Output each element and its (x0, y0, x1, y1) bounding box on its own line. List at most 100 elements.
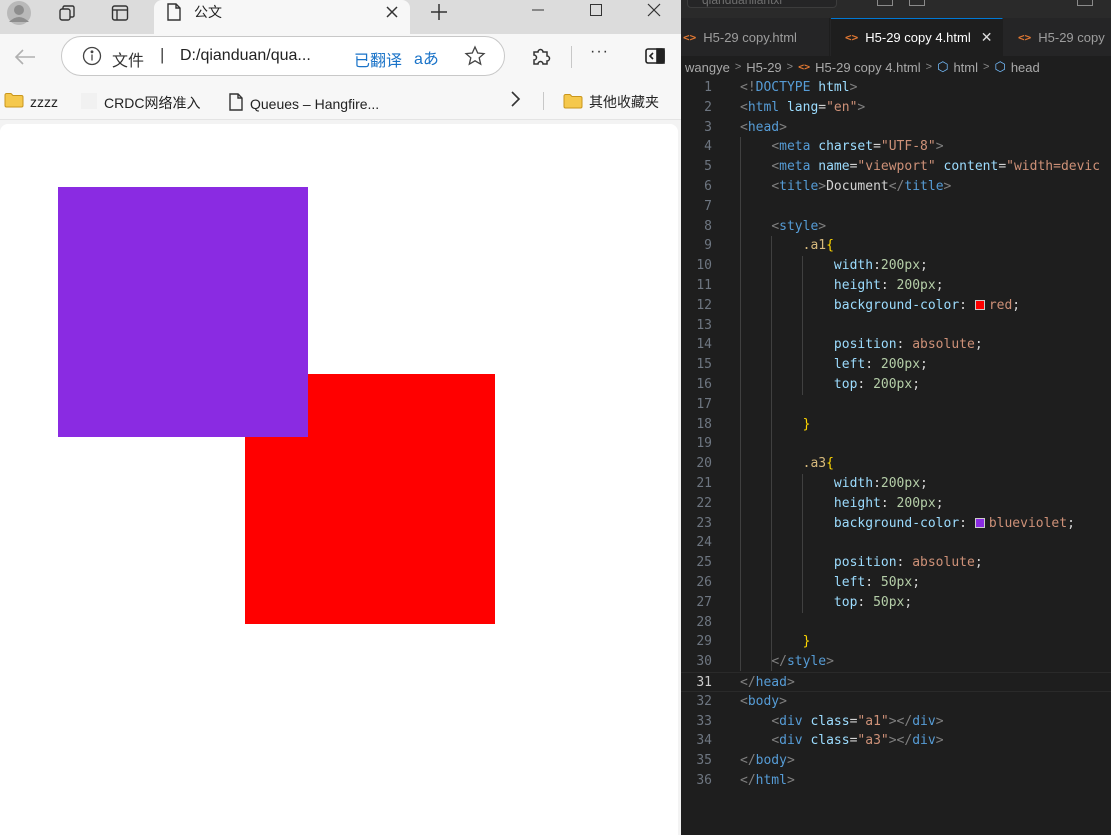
code-line[interactable]: 4 <meta charset="UTF-8"> (681, 137, 1111, 157)
code-token: "viewport" (857, 159, 936, 175)
code-line[interactable]: 24 (681, 533, 1111, 553)
code-line[interactable]: 18 } (681, 415, 1111, 435)
bookmark-crdc[interactable]: CRDC网络准入 (80, 92, 200, 113)
layout-panel-icon[interactable] (877, 0, 893, 6)
code-line[interactable]: 13 (681, 316, 1111, 336)
code-line[interactable]: 10 width:200px; (681, 256, 1111, 276)
address-url[interactable]: D:/qianduan/qua... (180, 47, 311, 65)
code-line[interactable]: 31 </head> (681, 672, 1111, 692)
breadcrumb-item[interactable]: html (953, 60, 978, 75)
page-icon (166, 2, 182, 27)
bookmark-queues-hangfire[interactable]: Queues – Hangfire... (228, 92, 379, 115)
workspaces-icon[interactable] (50, 0, 84, 26)
layout-editor-icon[interactable] (909, 0, 925, 6)
color-swatch-icon[interactable] (974, 517, 985, 528)
code-line[interactable]: 25 position: absolute; (681, 553, 1111, 573)
code-line[interactable]: 32 <body> (681, 692, 1111, 712)
code-line[interactable]: 15 left: 200px; (681, 355, 1111, 375)
code-line[interactable]: 14 position: absolute; (681, 335, 1111, 355)
code-line[interactable]: 23 background-color: blueviolet; (681, 514, 1111, 534)
code-token: : (880, 278, 897, 293)
chevron-right-icon: > (983, 61, 990, 73)
code-line[interactable]: 7 (681, 197, 1111, 217)
color-swatch-icon[interactable] (974, 299, 985, 310)
favorite-star-icon[interactable] (464, 45, 486, 72)
breadcrumb-item[interactable]: H5-29 (746, 60, 781, 75)
line-number: 14 (696, 337, 712, 353)
code-line[interactable]: 6 <title>Document</title> (681, 177, 1111, 197)
code-text: </style> (740, 652, 834, 672)
code-line[interactable]: 1 <!DOCTYPE html> (681, 78, 1111, 98)
chevron-right-icon[interactable] (508, 90, 522, 113)
code-line[interactable]: 17 (681, 395, 1111, 415)
code-line[interactable]: 2 <html lang="en"> (681, 98, 1111, 118)
profile-avatar-icon[interactable] (2, 0, 36, 26)
code-line[interactable]: 5 <meta name="viewport" content="width=d… (681, 157, 1111, 177)
code-token: .a1 (802, 238, 827, 254)
line-number: 27 (696, 594, 712, 610)
editor-tab[interactable]: <> H5-29 copy.html (681, 18, 830, 56)
editor-tab[interactable]: <> H5-29 copy (1004, 18, 1111, 56)
code-line[interactable]: 12 background-color: red; (681, 296, 1111, 316)
vertical-tabs-icon[interactable] (103, 0, 137, 26)
translate-icon[interactable]: aあ (414, 45, 439, 69)
bookmark-other-favorites[interactable]: 其他收藏夹 (563, 92, 659, 112)
code-line[interactable]: 30 </style> (681, 652, 1111, 672)
address-bar[interactable]: 文件 | D:/qianduan/qua... 已翻译 aあ (61, 36, 505, 76)
new-tab-icon[interactable] (424, 0, 454, 24)
editor-tab-active[interactable]: <> H5-29 copy 4.html ✕ (831, 18, 1003, 56)
breadcrumb-item[interactable]: H5-29 copy 4.html (815, 60, 921, 75)
code-line[interactable]: 28 (681, 613, 1111, 633)
code-line[interactable]: 33 <div class="a1"></div> (681, 712, 1111, 732)
code-token: DOCTYPE (755, 80, 811, 95)
window-close-icon[interactable] (634, 0, 674, 20)
code-token: left (833, 357, 866, 373)
minimize-icon[interactable] (518, 0, 558, 20)
translated-badge[interactable]: 已翻译 (354, 47, 402, 71)
code-line[interactable]: 21 width:200px; (681, 474, 1111, 494)
breadcrumb-item[interactable]: wangye (685, 60, 730, 75)
tab-active[interactable]: 公文 (154, 0, 410, 34)
code-line[interactable]: 19 (681, 434, 1111, 454)
code-token: ; (920, 258, 928, 274)
code-line[interactable]: 35 </body> (681, 751, 1111, 771)
code-token: ; (935, 495, 944, 511)
code-token: div (779, 713, 803, 729)
code-line[interactable]: 20 .a3{ (681, 454, 1111, 474)
code-line[interactable]: 16 top: 200px; (681, 375, 1111, 395)
code-token: html (818, 80, 850, 95)
command-search-input[interactable]: qianduanliantxi (687, 0, 837, 8)
sidebar-toggle-icon[interactable] (645, 47, 665, 70)
code-token: : (865, 575, 881, 590)
layout-sidebar-icon[interactable] (1077, 0, 1093, 6)
code-token: : (959, 297, 975, 313)
close-tab-icon[interactable] (382, 2, 402, 22)
code-line[interactable]: 22 height: 200px; (681, 494, 1111, 514)
code-text: <meta charset="UTF-8"> (740, 137, 943, 157)
code-line[interactable]: 3 <head> (681, 118, 1111, 138)
code-line[interactable]: 36 </html> (681, 771, 1111, 791)
more-menu-icon[interactable]: ··· (590, 43, 609, 61)
info-icon[interactable] (82, 46, 102, 71)
close-icon[interactable]: ✕ (981, 29, 993, 46)
breadcrumb-item[interactable]: head (1011, 60, 1040, 75)
folder-icon (563, 93, 583, 112)
code-line[interactable]: 29 } (681, 632, 1111, 652)
code-text: <head> (740, 118, 787, 138)
code-line[interactable]: 8 <style> (681, 217, 1111, 237)
back-arrow-icon[interactable] (10, 42, 40, 72)
code-text: <style> (740, 217, 826, 237)
code-line[interactable]: 9 .a1{ (681, 236, 1111, 256)
code-token: > (857, 99, 866, 115)
code-line[interactable]: 26 left: 50px; (681, 573, 1111, 593)
code-token: "width=devic (1006, 159, 1101, 175)
code-line[interactable]: 34 <div class="a3"></div> (681, 731, 1111, 751)
code-line[interactable]: 27 top: 50px; (681, 593, 1111, 613)
maximize-icon[interactable] (576, 0, 616, 20)
code-line[interactable]: 11 height: 200px; (681, 276, 1111, 296)
extensions-puzzle-icon[interactable] (529, 44, 553, 73)
bookmark-zzzz[interactable]: zzzz (4, 92, 58, 111)
code-token: ></ (888, 733, 913, 749)
